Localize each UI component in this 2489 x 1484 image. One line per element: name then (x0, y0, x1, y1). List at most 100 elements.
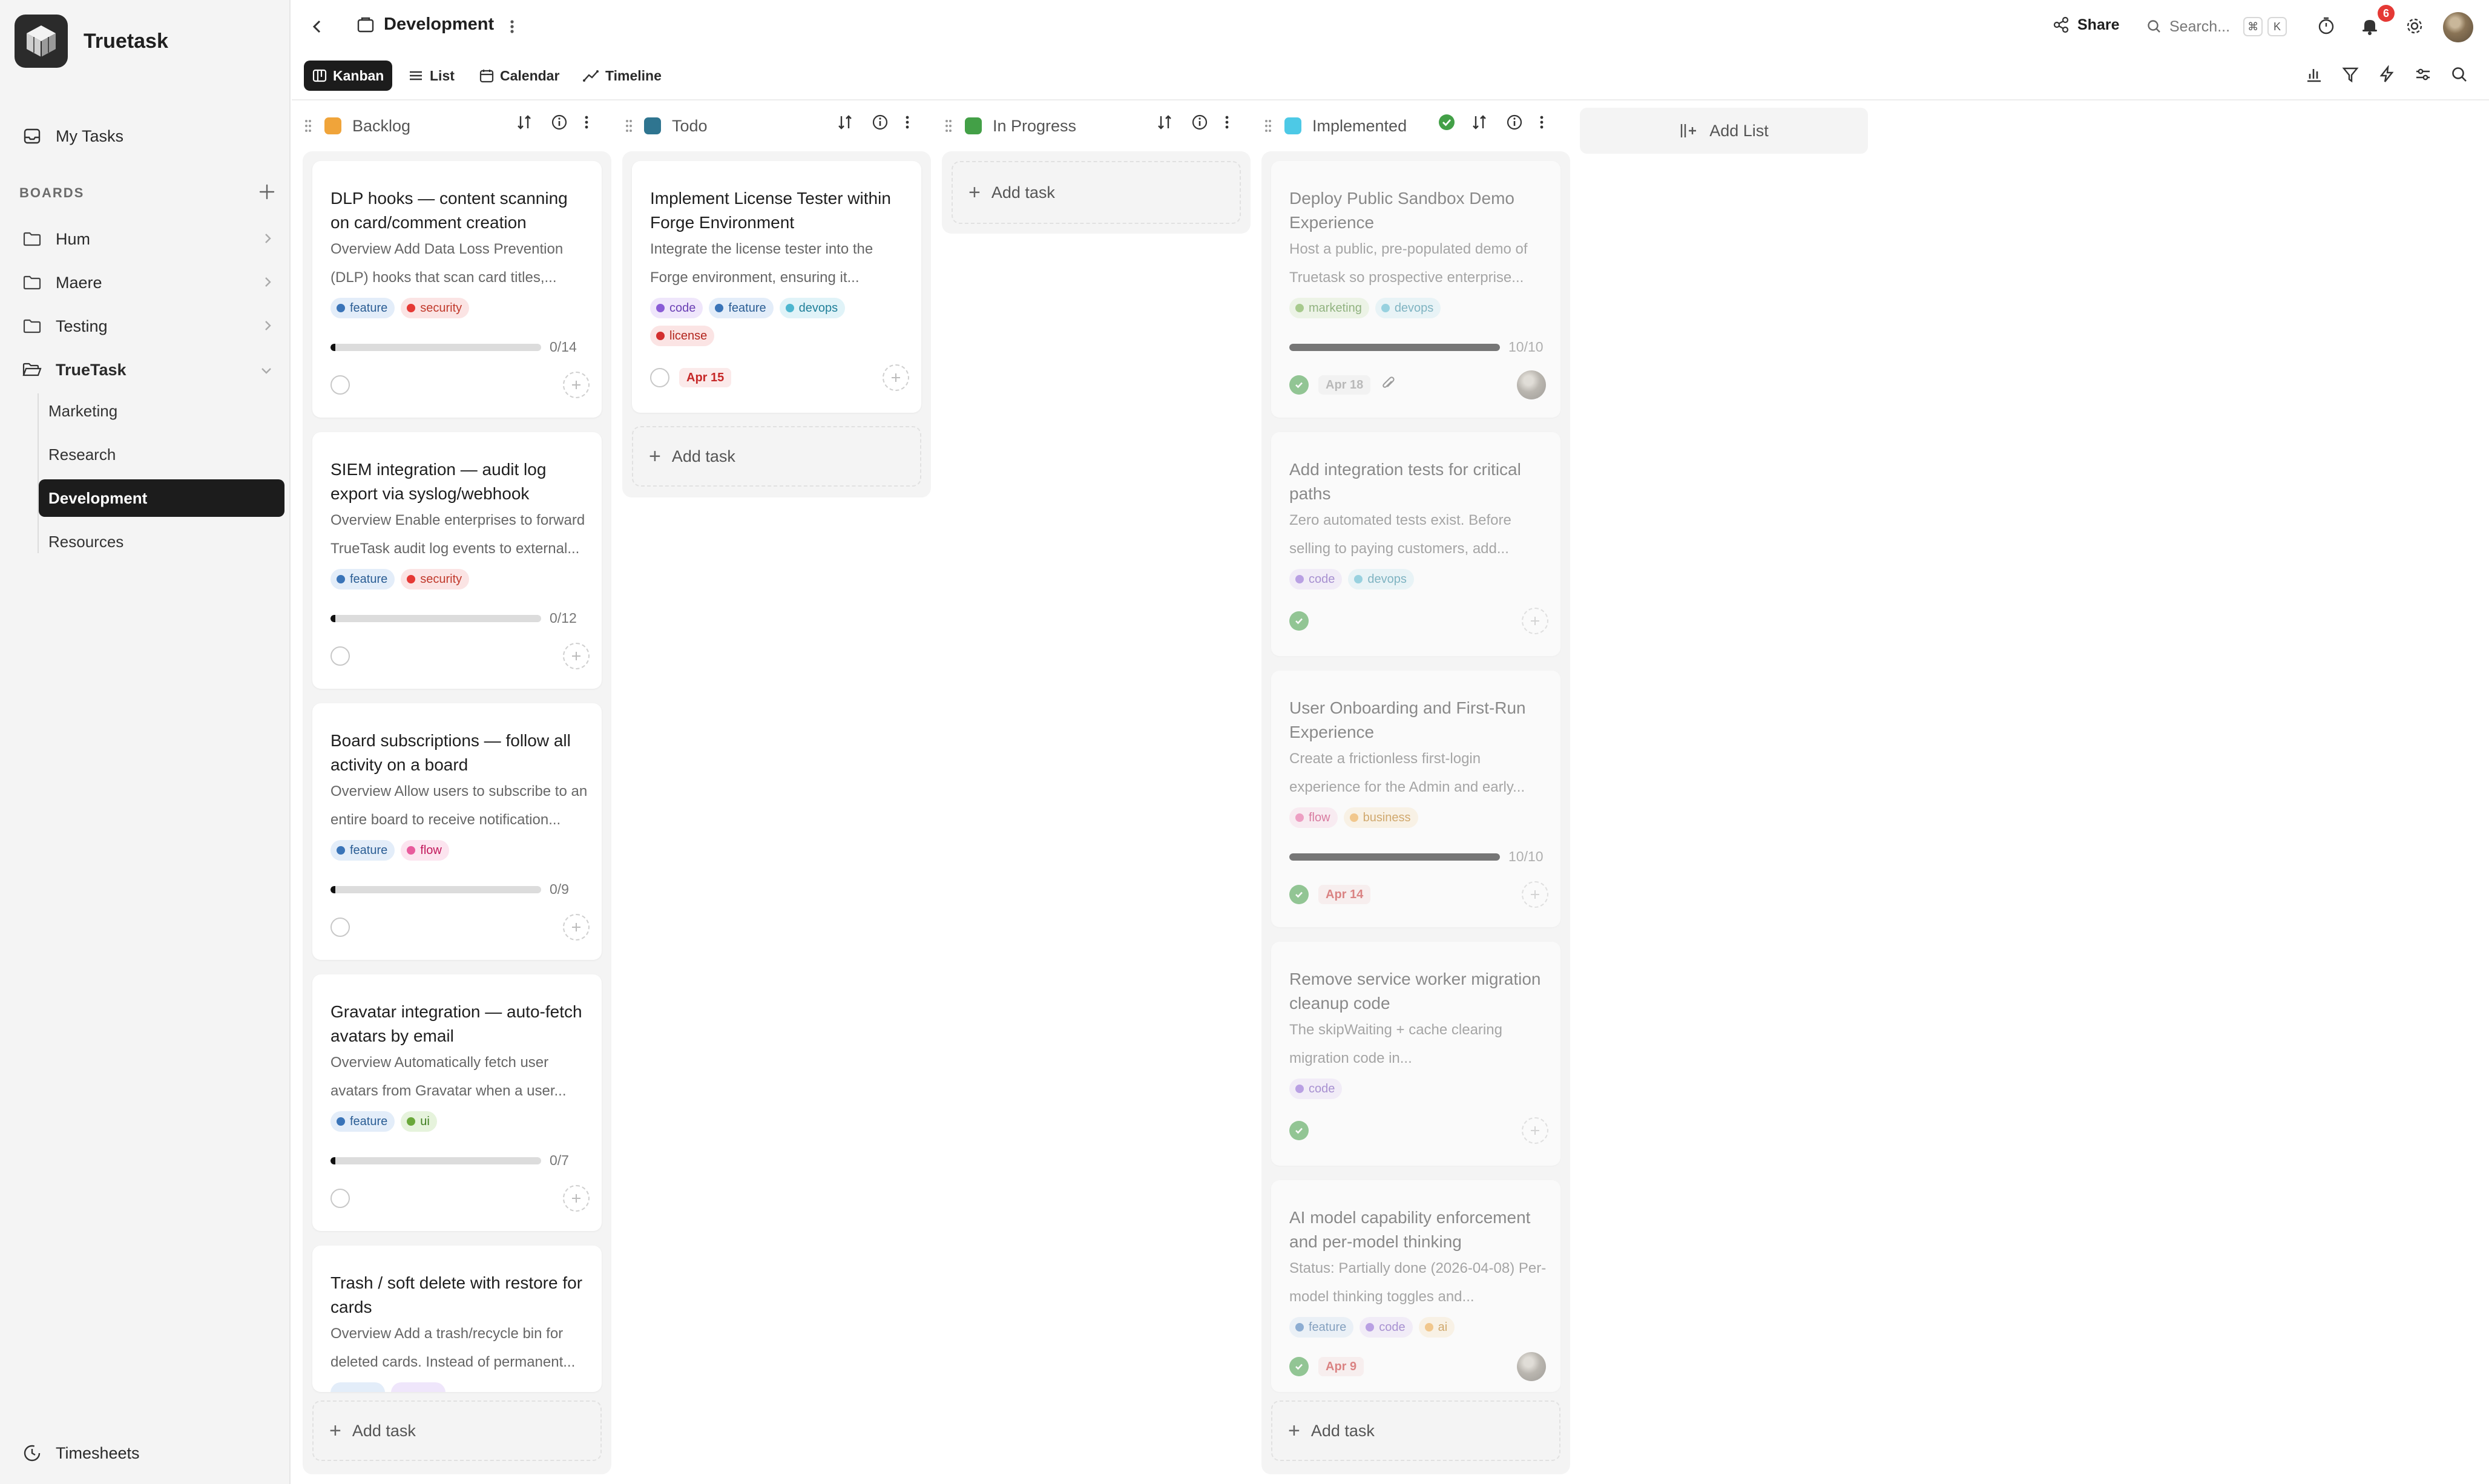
add-task-button[interactable]: + Add task (632, 426, 921, 487)
sidebar-item-development[interactable]: Development (39, 479, 284, 517)
tag-business[interactable]: business (1343, 807, 1418, 828)
task-card[interactable]: SIEM integration — audit log export via … (312, 432, 602, 689)
tag-code[interactable]: code (1289, 569, 1343, 589)
assignee-avatar[interactable] (1517, 1352, 1546, 1381)
complete-toggle[interactable] (650, 368, 669, 387)
due-date-badge[interactable]: Apr 14 (1318, 885, 1371, 904)
column-header-in-progress[interactable]: In Progress (965, 108, 1076, 144)
info-icon[interactable] (872, 114, 889, 134)
sidebar-item-marketing[interactable]: Marketing (39, 392, 284, 430)
complete-toggle[interactable] (330, 1189, 350, 1208)
drag-handle-icon[interactable] (1264, 119, 1272, 136)
tag-feature[interactable]: feature (1289, 1317, 1354, 1338)
tab-kanban[interactable]: Kanban (304, 61, 393, 91)
sort-icon[interactable] (516, 114, 533, 134)
completed-check-icon[interactable] (1289, 611, 1309, 631)
sidebar-item-testing[interactable]: Testing (15, 306, 284, 346)
board-menu-button[interactable] (508, 17, 516, 36)
info-icon[interactable] (551, 114, 568, 134)
column-menu-icon[interactable] (584, 114, 590, 134)
search-input[interactable]: Search... ⌘ K (2138, 12, 2297, 41)
back-button[interactable] (309, 16, 326, 38)
tag-devops[interactable]: devops (1375, 298, 1441, 318)
task-card[interactable]: Board subscriptions — follow all activit… (312, 703, 602, 960)
completed-check-icon[interactable] (1289, 1357, 1309, 1376)
due-date-badge[interactable]: Apr 18 (1318, 375, 1371, 395)
board-search-icon[interactable] (2450, 65, 2468, 87)
column-menu-icon[interactable] (1224, 114, 1230, 134)
user-avatar[interactable] (2443, 12, 2473, 42)
drag-handle-icon[interactable] (944, 119, 953, 136)
tag-code[interactable]: code (650, 298, 703, 318)
settings-button[interactable] (2404, 16, 2425, 36)
analytics-chart-icon[interactable] (2305, 65, 2323, 87)
automation-bolt-icon[interactable] (2378, 64, 2396, 87)
task-card[interactable]: Trash / soft delete with restore for car… (312, 1246, 602, 1392)
due-date-badge[interactable]: Apr 15 (679, 368, 732, 387)
add-task-button[interactable]: + Add task (1271, 1400, 1560, 1461)
tag-feature[interactable]: feature (330, 569, 395, 589)
task-card[interactable]: Gravatar integration — auto-fetch avatar… (312, 974, 602, 1231)
tag-marketing[interactable]: marketing (1289, 298, 1369, 318)
task-card[interactable]: Add integration tests for critical paths… (1271, 432, 1560, 656)
drag-handle-icon[interactable] (304, 119, 312, 136)
add-subtask-plus-icon[interactable] (563, 643, 590, 669)
completed-check-icon[interactable] (1289, 885, 1309, 904)
column-header-todo[interactable]: Todo (644, 108, 708, 144)
add-subtask-plus-icon[interactable] (1522, 1117, 1548, 1144)
sidebar-item-maere[interactable]: Maere (15, 263, 284, 303)
sort-icon[interactable] (1471, 114, 1488, 134)
add-subtask-plus-icon[interactable] (563, 372, 590, 398)
sidebar-item-timesheets[interactable]: Timesheets (15, 1433, 284, 1473)
tag-devops[interactable]: devops (779, 298, 846, 318)
sidebar-item-truetask[interactable]: TrueTask (15, 350, 284, 390)
tag-devops[interactable]: devops (1348, 569, 1414, 589)
share-button[interactable]: Share (2052, 16, 2119, 34)
sidebar-item-research[interactable]: Research (39, 436, 284, 473)
task-card[interactable]: User Onboarding and First-Run Experience… (1271, 671, 1560, 927)
add-board-plus-icon[interactable] (257, 182, 277, 205)
tag-feature[interactable]: feature (330, 840, 395, 861)
task-card[interactable]: DLP hooks — content scanning on card/com… (312, 161, 602, 418)
tag-security[interactable]: security (401, 569, 470, 589)
add-list-button[interactable]: Add List (1580, 108, 1868, 154)
add-subtask-plus-icon[interactable] (1522, 881, 1548, 908)
sliders-icon[interactable] (2414, 65, 2432, 87)
filter-icon[interactable] (2341, 65, 2359, 87)
tag-feature[interactable]: feature (330, 298, 395, 318)
task-card[interactable]: Deploy Public Sandbox Demo Experience Ho… (1271, 161, 1560, 418)
column-menu-icon[interactable] (1539, 114, 1545, 134)
task-card[interactable]: AI model capability enforcement and per-… (1271, 1180, 1560, 1392)
complete-toggle[interactable] (330, 918, 350, 937)
tag-security[interactable]: security (401, 298, 470, 318)
info-icon[interactable] (1191, 114, 1208, 134)
tag-feature[interactable]: feature (709, 298, 774, 318)
sidebar-item-hum[interactable]: Hum (15, 219, 284, 259)
due-date-badge[interactable]: Apr 9 (1318, 1357, 1364, 1376)
tab-calendar[interactable]: Calendar (471, 61, 568, 91)
tag-ai[interactable]: ai (1418, 1317, 1455, 1338)
add-task-button[interactable]: + Add task (312, 1400, 602, 1461)
complete-toggle[interactable] (330, 646, 350, 666)
add-subtask-plus-icon[interactable] (1522, 608, 1548, 634)
task-card[interactable]: Remove service worker migration cleanup … (1271, 942, 1560, 1166)
assignee-avatar[interactable] (1517, 370, 1546, 399)
sort-icon[interactable] (1156, 114, 1173, 134)
tag-flow[interactable]: flow (401, 840, 449, 861)
completed-check-icon[interactable] (1289, 375, 1309, 395)
tag-ui[interactable]: ui (401, 1111, 437, 1132)
sidebar-item-resources[interactable]: Resources (39, 523, 284, 560)
add-subtask-plus-icon[interactable] (563, 914, 590, 941)
complete-toggle[interactable] (330, 375, 350, 395)
tag-flow[interactable]: flow (1289, 807, 1338, 828)
drag-handle-icon[interactable] (625, 119, 633, 136)
tag-code[interactable]: code (1360, 1317, 1413, 1338)
column-header-implemented[interactable]: Implemented (1284, 108, 1407, 144)
tag-feature[interactable]: feature (330, 1111, 395, 1132)
column-menu-icon[interactable] (904, 114, 910, 134)
add-subtask-plus-icon[interactable] (563, 1185, 590, 1212)
notifications-button[interactable] (2359, 16, 2380, 36)
add-task-button[interactable]: + Add task (952, 161, 1241, 224)
add-subtask-plus-icon[interactable] (883, 364, 909, 391)
timer-button[interactable] (2316, 16, 2336, 36)
